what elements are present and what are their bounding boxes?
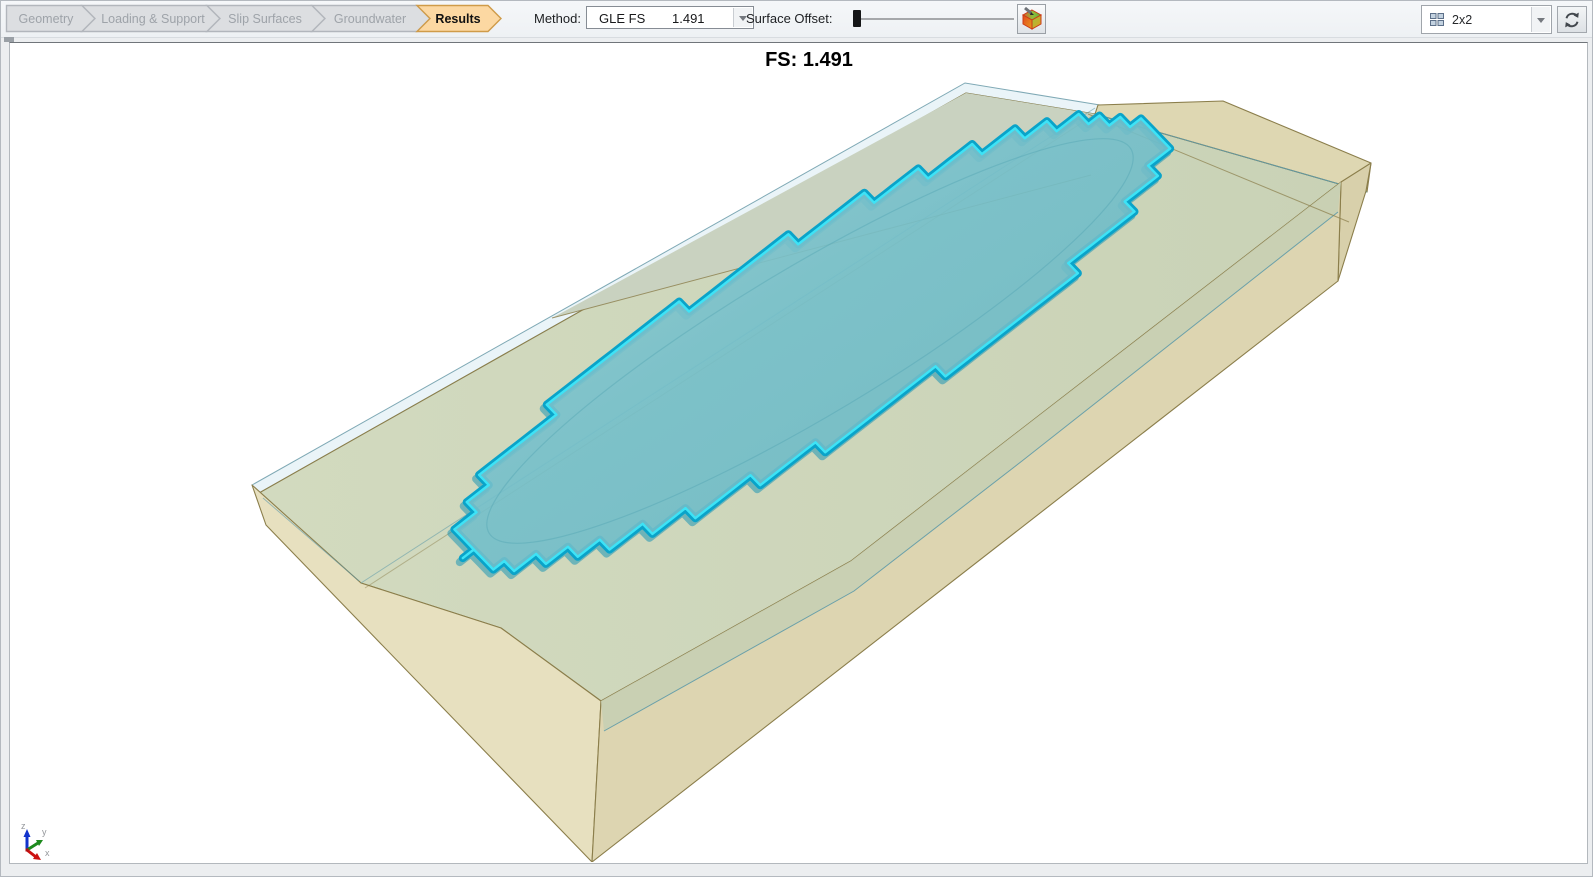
method-dropdown-fs-value: 1.491 — [672, 11, 705, 26]
refresh-icon — [1565, 12, 1579, 28]
svg-text:Geometry: Geometry — [19, 12, 75, 26]
surface-offset-slider-track[interactable] — [854, 18, 1014, 20]
surface-offset-label: Surface Offset: — [746, 11, 833, 26]
view-layout-value: 2x2 — [1452, 13, 1473, 27]
app-window: Geometry Loading & Support Slip Surfaces… — [0, 0, 1593, 877]
tab-groundwater[interactable]: Groundwater — [310, 4, 431, 33]
toolbar: Geometry Loading & Support Slip Surfaces… — [1, 1, 1592, 38]
axis-x-label: x — [45, 848, 50, 858]
svg-text:Results: Results — [435, 12, 480, 26]
axis-y-label: y — [42, 827, 47, 837]
surface-offset-slider-handle[interactable] — [853, 10, 861, 27]
tab-results[interactable]: Results — [415, 4, 502, 33]
workflow-tab-strip: Geometry Loading & Support Slip Surfaces… — [5, 4, 502, 33]
tab-loading-support[interactable]: Loading & Support — [80, 4, 221, 33]
axis-triad — [23, 829, 43, 860]
tab-geometry[interactable]: Geometry — [5, 4, 96, 33]
tab-slip-surfaces[interactable]: Slip Surfaces — [205, 4, 326, 33]
refresh-button[interactable] — [1557, 6, 1587, 33]
axis-z-label: z — [21, 821, 26, 831]
factor-of-safety-label: FS: 1.491 — [765, 49, 853, 71]
svg-text:Groundwater: Groundwater — [334, 12, 406, 26]
face-right-end — [1337, 162, 1372, 282]
chevron-down-icon — [1537, 17, 1545, 23]
svg-text:Loading & Support: Loading & Support — [101, 12, 205, 26]
scene-3d-model[interactable] — [9, 42, 1586, 862]
method-label: Method: — [534, 11, 581, 26]
contour-cube-button[interactable] — [1017, 4, 1046, 34]
method-dropdown[interactable]: GLE FS 1.491 — [586, 6, 754, 29]
view-layout-arrow-button[interactable] — [1531, 7, 1550, 32]
view-layout-dropdown[interactable]: 2x2 — [1421, 5, 1552, 34]
grid-2x2-icon — [1430, 13, 1444, 26]
contour-cube-icon — [1021, 6, 1042, 30]
method-dropdown-value: GLE FS — [599, 11, 646, 26]
svg-text:Slip Surfaces: Slip Surfaces — [228, 12, 302, 26]
